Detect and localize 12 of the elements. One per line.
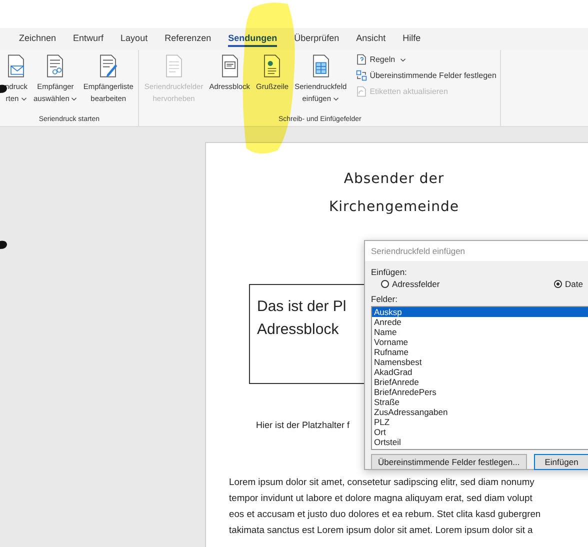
heading-text: Absender der [342,170,446,189]
note-text: Hier ist der Platzhalter f [256,420,350,430]
body-text: Lorem ipsum dolor sit amet, consetetur sadipscing elitr, sed diam nonumy [229,475,536,489]
address-text: Adressblock [257,320,339,340]
dialog-title: Seriendruckfeld einfügen [365,241,588,261]
heading-text: Kirchengemeinde [328,198,460,217]
address-text: Das ist der Pl [257,297,346,317]
section-label: Einfügen: [371,267,408,277]
body-text: eos et accusam et justo duo dolores et ea rebum. Stet clita kasd gubergren [229,507,542,521]
body-text: tempor invidunt ut labore et dolore magna aliquyam erat, sed diam volupt [229,491,534,505]
section-label: Felder: [371,294,398,304]
body-text: takimata sanctus est Lorem ipsum dolor sit amet. Lorem ipsum dolor sit a [229,523,534,537]
